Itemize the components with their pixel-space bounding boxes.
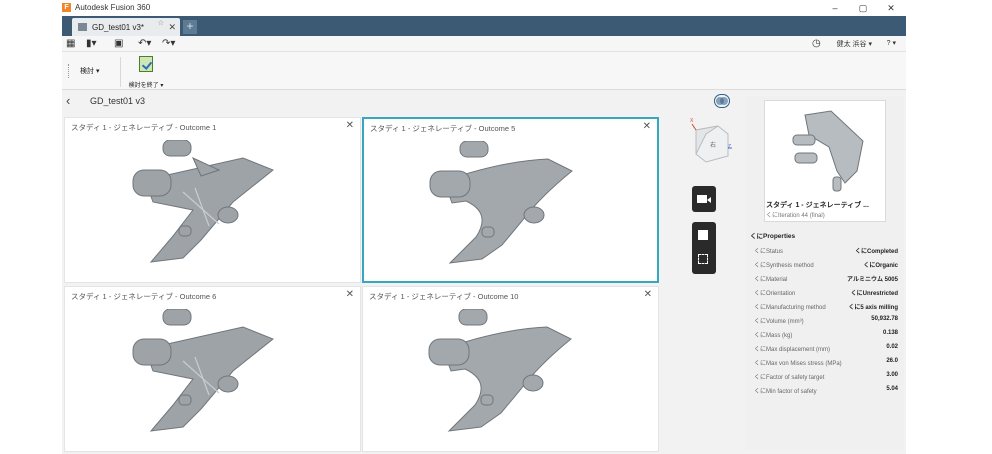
close-outcome-icon[interactable]: ✕: [346, 289, 354, 300]
explore-header: ‹ GD_test01 v3: [62, 90, 762, 112]
ribbon-grip[interactable]: [68, 64, 70, 78]
document-tab[interactable]: GD_test01 v3* ☆ ✕: [72, 18, 180, 36]
property-row: くにSynthesis method くにOrganic: [754, 263, 898, 269]
iteration-label: くにIteration 44 (final): [766, 213, 825, 219]
toolbar-ribbon: 検討 ▾ 検討を終了 ▾: [62, 52, 906, 90]
compare-toggle-icon[interactable]: [714, 94, 730, 108]
close-window-button[interactable]: ✕: [883, 2, 899, 14]
z-axis-label: Z: [728, 144, 732, 150]
document-tab-label: GD_test01 v3*: [92, 23, 145, 32]
maximize-button[interactable]: ▢: [855, 2, 871, 14]
pin-icon[interactable]: ☆: [158, 19, 164, 27]
file-name: GD_test01 v3: [90, 96, 146, 106]
window-title: Autodesk Fusion 360: [75, 3, 151, 12]
undo-icon[interactable]: ↶▾: [138, 38, 151, 49]
outcome-details-panel: スタディ 1 - ジェネレーティブ ... くにIteration 44 (fi…: [746, 96, 904, 450]
minimize-button[interactable]: –: [827, 2, 843, 14]
display-tools-group: [692, 222, 716, 274]
outcome-title: スタディ 1 - ジェネレーティブ - Outcome 10: [369, 292, 519, 301]
control-arm-model[interactable]: [123, 140, 303, 270]
outcome-panel[interactable]: スタディ 1 - ジェネレーティブ - Outcome 10 ✕: [362, 286, 659, 452]
outcome-panel[interactable]: スタディ 1 - ジェネレーティブ - Outcome 6 ✕: [64, 286, 361, 452]
control-arm-model[interactable]: [421, 309, 601, 439]
property-row: くにManufacturing method くに5 axis milling: [754, 305, 898, 311]
property-row: くにStatus くにCompleted: [754, 249, 898, 255]
outcome-title: スタディ 1 - ジェネレーティブ - Outcome 5: [370, 124, 516, 133]
ribbon-divider: [120, 57, 121, 87]
finish-review-icon: [139, 56, 153, 72]
study-name: スタディ 1 - ジェネレーティブ ...: [766, 202, 869, 209]
outcome-panel-selected[interactable]: スタディ 1 - ジェネレーティブ - Outcome 5 ✕: [362, 117, 659, 283]
display-settings-icon[interactable]: [698, 230, 708, 240]
control-arm-model[interactable]: [123, 309, 303, 439]
control-arm-model[interactable]: [422, 141, 602, 271]
finish-review-button[interactable]: 検討を終了 ▾: [128, 55, 164, 89]
property-row: くにMin factor of safety 5.04: [754, 386, 898, 395]
file-menu-icon[interactable]: ▮▾: [86, 38, 97, 49]
redo-icon[interactable]: ↷▾: [162, 38, 175, 49]
title-bar: F Autodesk Fusion 360 – ▢ ✕: [62, 0, 906, 16]
quick-access-bar: ▦ ▮▾ ▣ ↶▾ ↷▾ ◷ 健太 浜谷 ▾ ? ▾: [62, 36, 906, 52]
document-tab-bar: GD_test01 v3* ☆ ✕ +: [62, 16, 906, 36]
new-tab-button[interactable]: +: [183, 20, 197, 34]
grid-menu-icon[interactable]: ▦: [66, 38, 75, 49]
close-outcome-icon[interactable]: ✕: [346, 120, 354, 131]
user-menu[interactable]: 健太 浜谷 ▾: [837, 39, 872, 49]
design-icon: [78, 23, 87, 31]
viewcube-face-label: 右: [710, 143, 717, 149]
section-box-icon[interactable]: [698, 254, 708, 264]
property-row: くにMass (kg) 0.138: [754, 330, 898, 339]
property-row: くにMax displacement (mm) 0.02: [754, 344, 898, 353]
fusion-logo-icon: F: [62, 3, 71, 12]
property-row: くにFactor of safety target 3.00: [754, 372, 898, 381]
fusion-app-window: F Autodesk Fusion 360 – ▢ ✕ GD_test01 v3…: [62, 0, 906, 454]
properties-heading[interactable]: くにProperties: [750, 230, 795, 240]
x-axis-label: X: [690, 118, 694, 124]
property-row: くにVolume (mm³) 50,932.78: [754, 316, 898, 325]
outcome-title: スタディ 1 - ジェネレーティブ - Outcome 6: [71, 292, 217, 301]
close-outcome-icon[interactable]: ✕: [643, 121, 651, 132]
close-tab-icon[interactable]: ✕: [168, 22, 176, 33]
review-dropdown[interactable]: 検討 ▾: [80, 66, 99, 76]
camera-icon: [697, 195, 707, 203]
camera-button[interactable]: [692, 186, 716, 212]
finish-review-label: 検討を終了 ▾: [128, 83, 164, 89]
outcome-panel[interactable]: スタディ 1 - ジェネレーティブ - Outcome 1 ✕: [64, 117, 361, 283]
outcome-title: スタディ 1 - ジェネレーティブ - Outcome 1: [71, 123, 217, 132]
property-row: くにOrientation くにUnrestricted: [754, 291, 898, 297]
back-button[interactable]: ‹: [66, 93, 70, 108]
view-cube[interactable]: X 右 Z: [688, 118, 732, 176]
help-menu[interactable]: ? ▾: [887, 39, 896, 47]
property-row: くにMaterial アルミニウム 5005: [754, 277, 898, 283]
close-outcome-icon[interactable]: ✕: [644, 289, 652, 300]
save-icon[interactable]: ▣: [114, 38, 123, 49]
clock-icon[interactable]: ◷: [812, 38, 821, 49]
property-row: くにMax von Mises stress (MPa) 26.0: [754, 358, 898, 367]
